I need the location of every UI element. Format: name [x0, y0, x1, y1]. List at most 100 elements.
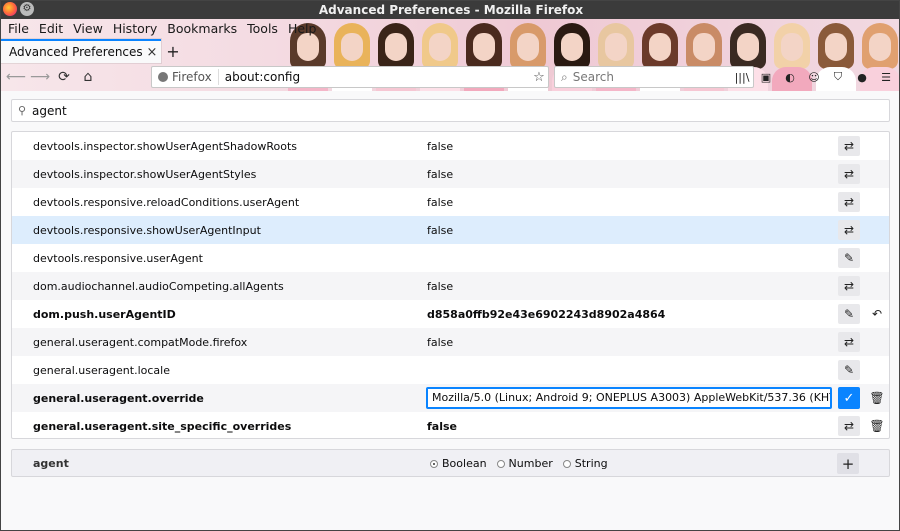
toggle-icon[interactable]: ⇄ [838, 192, 860, 212]
title-bar: ⚙ Advanced Preferences - Mozilla Firefox [1, 1, 899, 19]
pref-value: d858a0ffb92e43e6902243d8902a4864 [427, 307, 666, 321]
pref-row-modified[interactable]: dom.push.userAgentID d858a0ffb92e43e6902… [12, 300, 889, 328]
pref-row[interactable]: devtools.responsive.userAgent ✎ [12, 244, 889, 272]
pref-row[interactable]: devtools.inspector.showUserAgentShadowRo… [12, 132, 889, 160]
toggle-icon[interactable]: ⇄ [838, 332, 860, 352]
radio-boolean[interactable]: Boolean [430, 457, 487, 470]
reset-icon[interactable]: ↶ [868, 304, 886, 324]
banner-figure-face [385, 33, 407, 61]
pref-value: false [427, 167, 454, 181]
firefox-window: ⚙ Advanced Preferences - Mozilla Firefox… [0, 0, 900, 531]
delete-trash-icon[interactable]: 🗑 [868, 416, 886, 436]
forward-arrow-icon[interactable]: ⟶ [29, 66, 51, 88]
delete-trash-icon[interactable]: 🗑 [868, 388, 886, 408]
menu-file[interactable]: File [3, 19, 34, 39]
tab-advanced-preferences[interactable]: Advanced Preferences × [1, 39, 161, 63]
firefox-identity-icon [158, 72, 168, 82]
preferences-table: devtools.inspector.showUserAgentShadowRo… [11, 131, 890, 439]
banner-figure-face [693, 33, 715, 61]
search-bar[interactable]: ⌕ Search [554, 66, 754, 88]
new-tab-button[interactable]: + [161, 39, 185, 63]
sidebar-icon[interactable]: ▣ [757, 68, 775, 86]
radio-number[interactable]: Number [496, 457, 553, 470]
add-pref-button[interactable]: + [837, 453, 859, 474]
pref-name: general.useragent.site_specific_override… [33, 419, 292, 433]
pref-value-edit-input[interactable]: Mozilla/5.0 (Linux; Android 9; ONEPLUS A… [426, 387, 832, 409]
pref-row[interactable]: devtools.inspector.showUserAgentStyles f… [12, 160, 889, 188]
radio-string[interactable]: String [562, 457, 608, 470]
back-arrow-icon[interactable]: ⟵ [5, 66, 27, 88]
radio-label: Boolean [442, 457, 487, 470]
pref-row-selected[interactable]: devtools.responsive.showUserAgentInput f… [12, 216, 889, 244]
radio-dot[interactable] [562, 459, 571, 468]
pref-name: devtools.responsive.showUserAgentInput [33, 223, 261, 237]
pref-type-radio-group: Boolean Number String [430, 457, 608, 470]
banner-figure-face [517, 33, 539, 61]
tab-strip: Advanced Preferences × + [1, 39, 185, 63]
close-tab-icon[interactable]: × [143, 45, 161, 60]
settings-icon[interactable]: ⚙ [20, 2, 34, 16]
url-bar[interactable]: Firefox about:config ☆ [151, 66, 549, 88]
menu-bar: File Edit View History Bookmarks Tools H… [1, 19, 321, 39]
radio-dot[interactable] [496, 459, 505, 468]
banner-figure-face [737, 33, 759, 61]
toggle-icon[interactable]: ⇄ [838, 276, 860, 296]
menu-tools[interactable]: Tools [242, 19, 283, 39]
edit-pencil-icon[interactable]: ✎ [838, 248, 860, 268]
banner-figure-face [341, 33, 363, 61]
firefox-logo-icon[interactable] [3, 2, 17, 16]
preference-search-input[interactable]: ⚲ agent [11, 99, 890, 122]
pref-row[interactable]: dom.audiochannel.audioCompeting.allAgent… [12, 272, 889, 300]
account-icon[interactable]: ● [853, 68, 871, 86]
banner-figure-face [473, 33, 495, 61]
pref-value: false [427, 139, 454, 153]
url-text[interactable]: about:config [219, 70, 530, 84]
hamburger-menu-icon[interactable]: ☰ [877, 68, 895, 86]
banner-figure-face [429, 33, 451, 61]
pref-row[interactable]: general.useragent.locale ✎ [12, 356, 889, 384]
pref-name: dom.audiochannel.audioCompeting.allAgent… [33, 279, 284, 293]
pref-row-editing[interactable]: general.useragent.override Mozilla/5.0 (… [12, 384, 889, 412]
search-placeholder: Search [572, 70, 614, 84]
preference-search-value[interactable]: agent [32, 104, 67, 118]
pref-row[interactable]: general.useragent.compatMode.firefox fal… [12, 328, 889, 356]
menu-bookmarks[interactable]: Bookmarks [162, 19, 242, 39]
toggle-icon[interactable]: ⇄ [838, 136, 860, 156]
radio-label: Number [508, 457, 553, 470]
addon-icon[interactable]: ☺ [805, 68, 823, 86]
pref-name: general.useragent.locale [33, 363, 170, 377]
search-icon: ⌕ [561, 69, 568, 84]
toggle-icon[interactable]: ⇄ [838, 416, 860, 436]
edit-pencil-icon[interactable]: ✎ [838, 304, 860, 324]
home-icon[interactable]: ⌂ [77, 66, 99, 88]
edit-pencil-icon[interactable]: ✎ [838, 360, 860, 380]
extension-icon[interactable]: ◐ [781, 68, 799, 86]
banner-figure-face [825, 33, 847, 61]
radio-dot-selected[interactable] [430, 459, 438, 468]
pref-value: false [427, 279, 454, 293]
pref-row-modified[interactable]: general.useragent.site_specific_override… [12, 412, 889, 440]
pref-row[interactable]: devtools.responsive.reloadConditions.use… [12, 188, 889, 216]
menu-view[interactable]: View [68, 19, 108, 39]
menu-history[interactable]: History [108, 19, 162, 39]
library-icon[interactable]: |||\ [733, 68, 751, 86]
save-check-icon[interactable]: ✓ [838, 387, 860, 409]
pref-name: devtools.inspector.showUserAgentStyles [33, 167, 257, 181]
search-icon: ⚲ [17, 104, 27, 117]
pref-name: devtools.inspector.showUserAgentShadowRo… [33, 139, 298, 153]
pref-name: dom.push.userAgentID [33, 307, 176, 321]
new-pref-name: agent [33, 457, 69, 470]
toggle-icon[interactable]: ⇄ [838, 164, 860, 184]
site-identity[interactable]: Firefox [152, 69, 219, 85]
about-config-page: ⚲ agent devtools.inspector.showUserAgent… [1, 91, 899, 530]
menu-help[interactable]: Help [283, 19, 322, 39]
banner-figure-face [605, 33, 627, 61]
pref-value: false [427, 419, 457, 433]
pref-value: false [427, 195, 454, 209]
toggle-icon[interactable]: ⇄ [838, 220, 860, 240]
reload-icon[interactable]: ⟳ [53, 66, 75, 88]
menu-edit[interactable]: Edit [34, 19, 68, 39]
bookmark-star-icon[interactable]: ☆ [530, 70, 548, 85]
shield-icon[interactable]: ⛉ [829, 68, 847, 86]
banner-figure-face [561, 33, 583, 61]
